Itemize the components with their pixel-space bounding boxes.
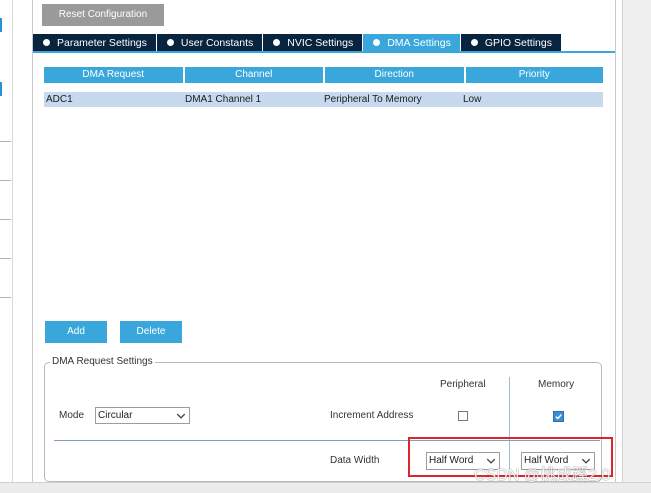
tab-bullet-icon xyxy=(43,39,50,46)
sidebar-marker xyxy=(0,18,2,32)
column-header-direction[interactable]: Direction xyxy=(325,67,464,83)
column-header-channel[interactable]: Channel xyxy=(184,67,323,83)
right-scroll-area[interactable] xyxy=(622,0,651,482)
column-header-dma-request[interactable]: DMA Request xyxy=(44,67,183,83)
settings-tabs: Parameter Settings User Constants NVIC S… xyxy=(33,34,562,51)
tab-parameter-settings[interactable]: Parameter Settings xyxy=(33,34,156,51)
checkmark-icon xyxy=(555,414,562,420)
tab-bullet-icon xyxy=(373,39,381,46)
column-header-priority[interactable]: Priority xyxy=(465,67,603,83)
mode-label: Mode xyxy=(59,410,85,421)
mode-select-value: Circular xyxy=(98,410,133,421)
dma-request-table: DMA Request Channel Direction Priority A… xyxy=(44,67,603,107)
tab-dma-settings[interactable]: DMA Settings xyxy=(363,34,460,51)
tab-label: User Constants xyxy=(180,36,254,49)
left-sidebar-strip xyxy=(0,0,13,482)
sidebar-divider xyxy=(0,297,11,298)
mode-select[interactable]: Circular xyxy=(95,407,190,424)
sidebar-marker xyxy=(0,82,2,96)
sidebar-divider xyxy=(0,141,11,142)
cell-direction: Peripheral To Memory xyxy=(324,94,422,105)
memory-column-label: Memory xyxy=(538,379,575,390)
cell-priority: Low xyxy=(463,94,482,105)
peripheral-column-label: Peripheral xyxy=(440,379,486,390)
sidebar-divider xyxy=(0,180,11,181)
settings-group-title: DMA Request Settings xyxy=(50,356,155,367)
tab-underline xyxy=(33,51,615,53)
tab-label: Parameter Settings xyxy=(57,36,147,49)
tab-label: GPIO Settings xyxy=(484,36,552,49)
tab-label: DMA Settings xyxy=(387,36,451,49)
memory-increment-checkbox[interactable] xyxy=(553,411,564,422)
tab-bullet-icon xyxy=(470,39,478,46)
table-header: DMA Request Channel Direction Priority xyxy=(44,67,603,83)
reset-configuration-button[interactable]: Reset Configuration xyxy=(42,4,164,26)
tab-gpio-settings[interactable]: GPIO Settings xyxy=(460,34,561,51)
delete-button[interactable]: Delete xyxy=(120,321,182,343)
increment-address-label: Increment Address xyxy=(330,410,414,421)
tab-bullet-icon xyxy=(166,39,174,46)
tab-bullet-icon xyxy=(273,39,281,46)
tab-user-constants[interactable]: User Constants xyxy=(156,34,263,51)
data-width-label: Data Width xyxy=(330,455,380,466)
cell-dma-request: ADC1 xyxy=(46,94,73,105)
table-row[interactable]: ADC1 DMA1 Channel 1 Peripheral To Memory… xyxy=(44,92,603,107)
peripheral-increment-checkbox[interactable] xyxy=(458,411,468,421)
cell-channel: DMA1 Channel 1 xyxy=(185,94,262,105)
tab-label: NVIC Settings xyxy=(287,36,354,49)
sidebar-divider xyxy=(0,258,11,259)
add-button[interactable]: Add xyxy=(45,321,107,343)
chevron-down-icon xyxy=(176,413,186,419)
sidebar-divider xyxy=(0,219,11,220)
tab-nvic-settings[interactable]: NVIC Settings xyxy=(263,34,363,51)
csdn-watermark: CSDN @桃成蹊2.0 xyxy=(474,467,611,484)
